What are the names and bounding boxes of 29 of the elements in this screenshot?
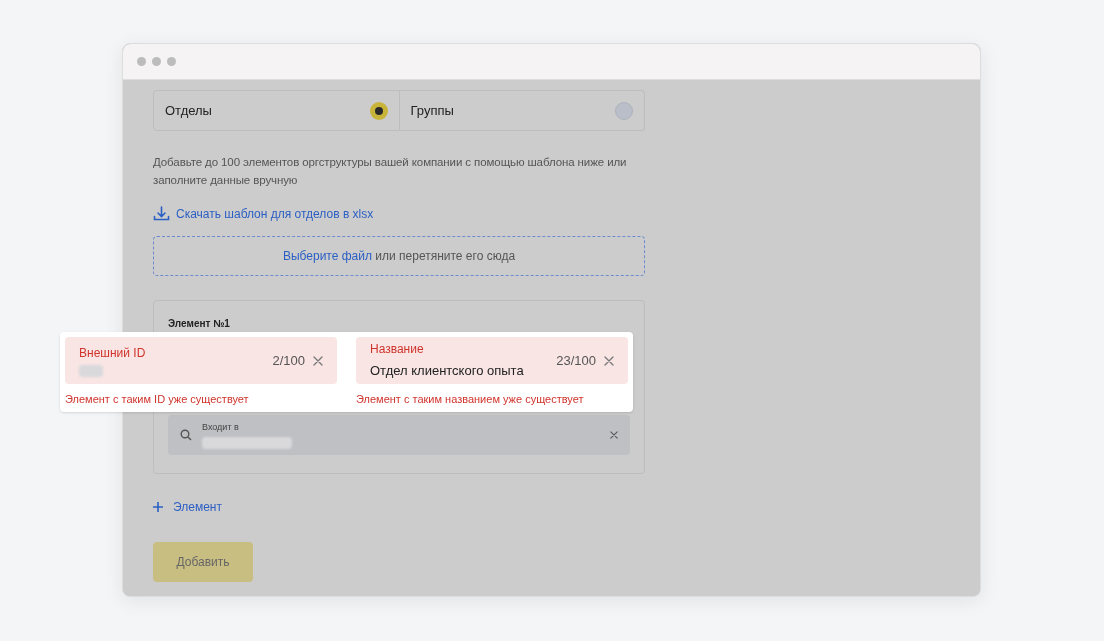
parent-search-field[interactable]: Входит в [168,415,630,455]
download-icon [153,206,170,222]
close-icon[interactable] [313,355,323,366]
radio-selected-icon [369,101,388,120]
text-field[interactable]: Внешний ID 2/100 [65,337,337,384]
dropzone-text: Выберите файл или перетяните его сюда [282,248,516,265]
error-message: Элемент с таким ID уже существует [65,392,250,407]
submit-button[interactable]: Добавить [153,542,253,582]
choose-file-link[interactable]: Выберите файл [282,249,372,263]
add-element-link[interactable]: Элемент [173,498,222,516]
text-field[interactable]: Название Отдел клиентского опыта 23/100 [356,337,628,384]
close-icon[interactable] [604,355,614,366]
file-dropzone[interactable]: Выберите файл или перетяните его сюда [153,236,645,276]
element-title: Элемент №1 [168,317,231,331]
field-label: Название [370,341,425,359]
description-text: Добавьте до 100 элементов оргструктуры вашей компании с помощью шаблона ниже или заполните данные вручную [153,155,628,188]
character-counter: 23/100 [556,351,596,370]
character-counter: 2/100 [272,351,305,370]
template-link[interactable]: Скачать шаблон для отделов в xlsx [176,205,374,223]
radio-tab[interactable]: Отделы [153,90,400,131]
error-message: Элемент с таким названием уже существует [356,392,585,407]
close-icon[interactable] [610,431,618,439]
field-label: Входит в [202,421,240,435]
plus-icon [153,502,163,512]
radio-empty-icon [615,101,633,120]
field-label: Внешний ID [79,345,147,362]
field-value: Отдел клиентского опыта [370,362,525,381]
radio-tab[interactable]: Группы [399,90,645,131]
search-icon [180,429,192,441]
